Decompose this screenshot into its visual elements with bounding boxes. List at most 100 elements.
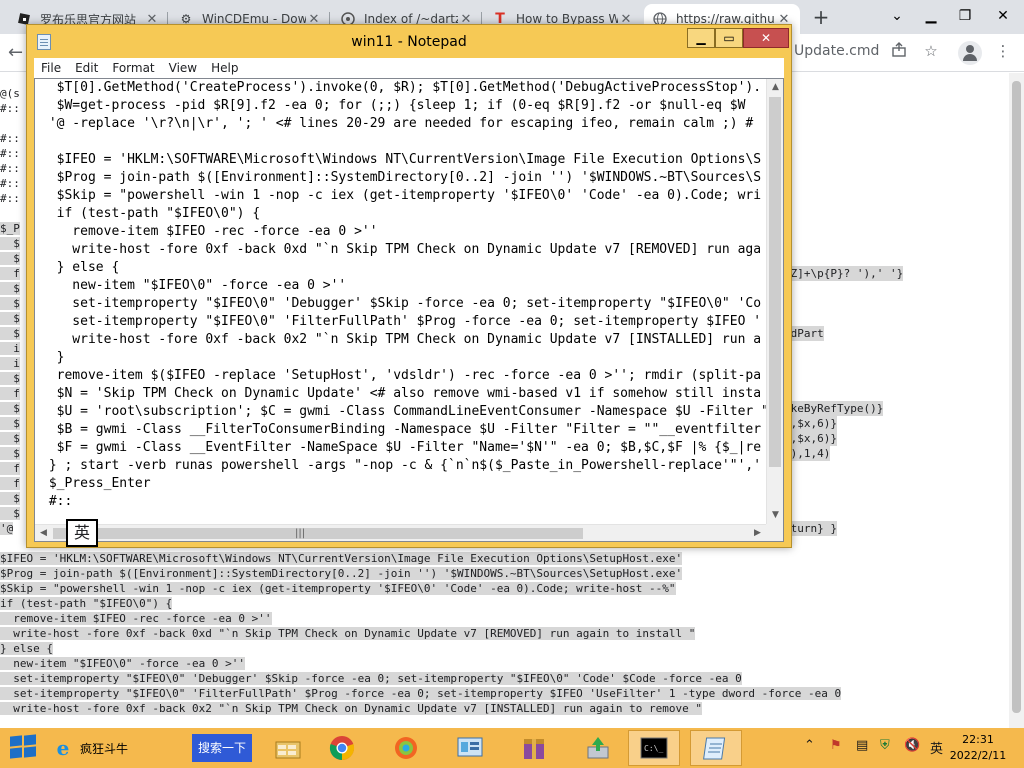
page-text-line: remove-item $IFEO -rec -force -ea 0 >'' — [0, 611, 272, 626]
notepad-line[interactable]: set-itemproperty "$IFEO\0" 'Debugger' $S… — [41, 295, 769, 313]
notepad-line[interactable]: new-item "$IFEO\0" -force -ea 0 >'' — [41, 277, 769, 295]
notepad-line[interactable]: set-itemproperty "$IFEO\0" 'FilterFullPa… — [41, 313, 769, 331]
chrome-icon[interactable] — [316, 730, 368, 766]
new-tab-button[interactable]: + — [808, 5, 834, 31]
system-clock[interactable]: 22:31 2022/2/11 — [948, 732, 1008, 764]
flag-alert-icon[interactable]: ⚑ — [830, 738, 842, 753]
page-text-line: $ — [0, 491, 20, 506]
minimize-icon[interactable]: ▁ — [914, 0, 948, 32]
page-text-fragment: #:: — [0, 102, 20, 115]
notepad-hscroll-thumb[interactable] — [53, 528, 583, 539]
menu-file[interactable]: File — [34, 61, 68, 75]
close-window-icon[interactable]: ✕ — [982, 0, 1024, 32]
notepad-line[interactable]: $IFEO = 'HKLM:\SOFTWARE\Microsoft\Window… — [41, 151, 769, 169]
page-scroll-thumb[interactable] — [1012, 81, 1021, 713]
notepad-edit-area[interactable]: $T[0].GetMethod('CreateProcess').invoke(… — [34, 78, 784, 542]
page-text-line: f — [0, 386, 20, 401]
address-bar-text[interactable]: Update.cmd — [794, 43, 879, 59]
notepad-line[interactable]: $Prog = join-path $([Environment]::Syste… — [41, 169, 769, 187]
control-panel-icon[interactable] — [444, 730, 496, 766]
scroll-right-arrow-icon[interactable]: ▶ — [749, 525, 766, 541]
notepad-line[interactable]: $T[0].GetMethod('CreateProcess').invoke(… — [41, 79, 769, 97]
menu-edit[interactable]: Edit — [68, 61, 105, 75]
scroll-up-arrow-icon[interactable]: ▲ — [767, 79, 783, 96]
volume-muted-icon[interactable]: 🔇 — [904, 738, 920, 753]
network-icon[interactable]: ▤ — [856, 738, 868, 753]
ime-indicator[interactable]: 英 — [66, 519, 98, 547]
notepad-maximize-button[interactable]: ▭ — [715, 28, 743, 48]
page-text-line: #:: — [0, 131, 20, 146]
notepad-line[interactable]: $U = 'root\subscription'; $C = gwmi -Cla… — [41, 403, 769, 421]
notepad-vertical-scrollbar[interactable]: ▲ ▼ — [766, 79, 783, 524]
page-text-line: $ — [0, 311, 20, 326]
notepad-line[interactable]: $Skip = "powershell -win 1 -nop -c iex (… — [41, 187, 769, 205]
tab-search-icon[interactable]: ⌄ — [880, 0, 914, 32]
notepad-line[interactable]: remove-item $($IFEO -replace 'SetupHost'… — [41, 367, 769, 385]
share-icon[interactable] — [888, 42, 910, 64]
ie-search-text[interactable]: 疯狂斗牛 — [80, 740, 128, 757]
notepad-line[interactable]: '@ -replace '\r?\n|\r', '; ' <# lines 20… — [41, 115, 769, 133]
scrollbar-corner — [766, 524, 783, 541]
notepad-line[interactable] — [41, 133, 769, 151]
menu-view[interactable]: View — [162, 61, 204, 75]
page-text-fragment: $ — [0, 417, 20, 430]
notepad-line[interactable]: if (test-path "$IFEO\0") { — [41, 205, 769, 223]
notepad-horizontal-scrollbar[interactable]: ◀ ||| ▶ — [35, 524, 766, 541]
installer-icon[interactable] — [572, 730, 624, 766]
notepad-line[interactable]: remove-item $IFEO -rec -force -ea 0 >'' — [41, 223, 769, 241]
page-text-fragment: write-host -fore 0xf -back 0xd "`n Skip … — [0, 627, 696, 640]
page-text-line: $IFEO = 'HKLM:\SOFTWARE\Microsoft\Window… — [0, 551, 683, 566]
bookmark-star-icon[interactable]: ☆ — [920, 42, 942, 64]
notepad-titlebar[interactable]: win11 - Notepad ▁ ▭ ✕ — [27, 25, 791, 59]
page-text-fragment: write-host -fore 0xf -back 0x2 "`n Skip … — [0, 702, 702, 715]
page-text-line: if (test-path "$IFEO\0") { — [0, 596, 173, 611]
notepad-line[interactable]: $_Press_Enter — [41, 475, 769, 493]
menu-dots-icon[interactable]: ⋮ — [992, 42, 1014, 64]
ie-pinned-search[interactable]: e 疯狂斗牛 — [52, 734, 192, 762]
notepad-line[interactable]: $N = 'Skip TPM Check on Dynamic Update' … — [41, 385, 769, 403]
back-arrow-icon[interactable]: ← — [8, 42, 23, 63]
archive-icon[interactable] — [508, 730, 560, 766]
windows-start-icon[interactable] — [10, 734, 38, 760]
page-text-line: $_P — [0, 221, 20, 236]
page-text-fragment: #:: — [0, 162, 20, 175]
notepad-line[interactable]: #:: — [41, 493, 769, 511]
tray-expand-icon[interactable]: ⌃ — [804, 738, 815, 753]
notepad-text[interactable]: $T[0].GetMethod('CreateProcess').invoke(… — [41, 79, 769, 524]
notepad-title: win11 - Notepad — [351, 34, 467, 50]
notepad-line[interactable]: $W=get-process -pid $R[9].f2 -ea 0; for … — [41, 97, 769, 115]
page-scrollbar[interactable] — [1009, 73, 1024, 728]
page-text-line: f — [0, 476, 20, 491]
app-windows-explorer-icon[interactable] — [262, 730, 314, 766]
notepad-minimize-button[interactable]: ▁ — [687, 28, 715, 48]
notepad-line[interactable]: write-host -fore 0xf -back 0x2 "`n Skip … — [41, 331, 769, 349]
notepad-vscroll-thumb[interactable] — [769, 97, 781, 467]
notepad-close-button[interactable]: ✕ — [743, 28, 789, 48]
page-text-line: $ — [0, 416, 20, 431]
taskbar: e 疯狂斗牛 搜索一下 C:\_ ⌃ ⚑ ▤ ⛨ 🔇 英 22:31 2022/… — [0, 728, 1024, 768]
notepad-line[interactable]: } — [41, 349, 769, 367]
restore-icon[interactable]: ❐ — [948, 0, 982, 32]
page-text-fragment: $ — [0, 252, 20, 265]
notepad-line[interactable]: write-host -fore 0xf -back 0xd "`n Skip … — [41, 241, 769, 259]
tray-language[interactable]: 英 — [930, 738, 943, 757]
app-swirl-icon[interactable] — [380, 730, 432, 766]
scroll-down-arrow-icon[interactable]: ▼ — [767, 507, 783, 524]
cmd-icon[interactable]: C:\_ — [628, 730, 680, 766]
security-icon[interactable]: ⛨ — [880, 738, 890, 753]
menu-help[interactable]: Help — [204, 61, 245, 75]
svg-text:C:\_: C:\_ — [644, 744, 663, 753]
notepad-line[interactable]: $F = gwmi -Class __EventFilter -NameSpac… — [41, 439, 769, 457]
scroll-left-arrow-icon[interactable]: ◀ — [35, 525, 52, 541]
page-text-line: '@ — [0, 521, 14, 536]
notepad-icon[interactable] — [690, 730, 742, 766]
notepad-menubar: File Edit Format View Help — [34, 58, 784, 78]
notepad-line[interactable]: $B = gwmi -Class __FilterToConsumerBindi… — [41, 421, 769, 439]
page-text-fragment: } else { — [0, 642, 53, 655]
notepad-line[interactable]: } else { — [41, 259, 769, 277]
search-button[interactable]: 搜索一下 — [192, 734, 252, 762]
profile-avatar[interactable] — [958, 41, 982, 65]
menu-format[interactable]: Format — [105, 61, 161, 75]
page-text-line: f — [0, 461, 20, 476]
notepad-line[interactable]: } ; start -verb runas powershell -args "… — [41, 457, 769, 475]
